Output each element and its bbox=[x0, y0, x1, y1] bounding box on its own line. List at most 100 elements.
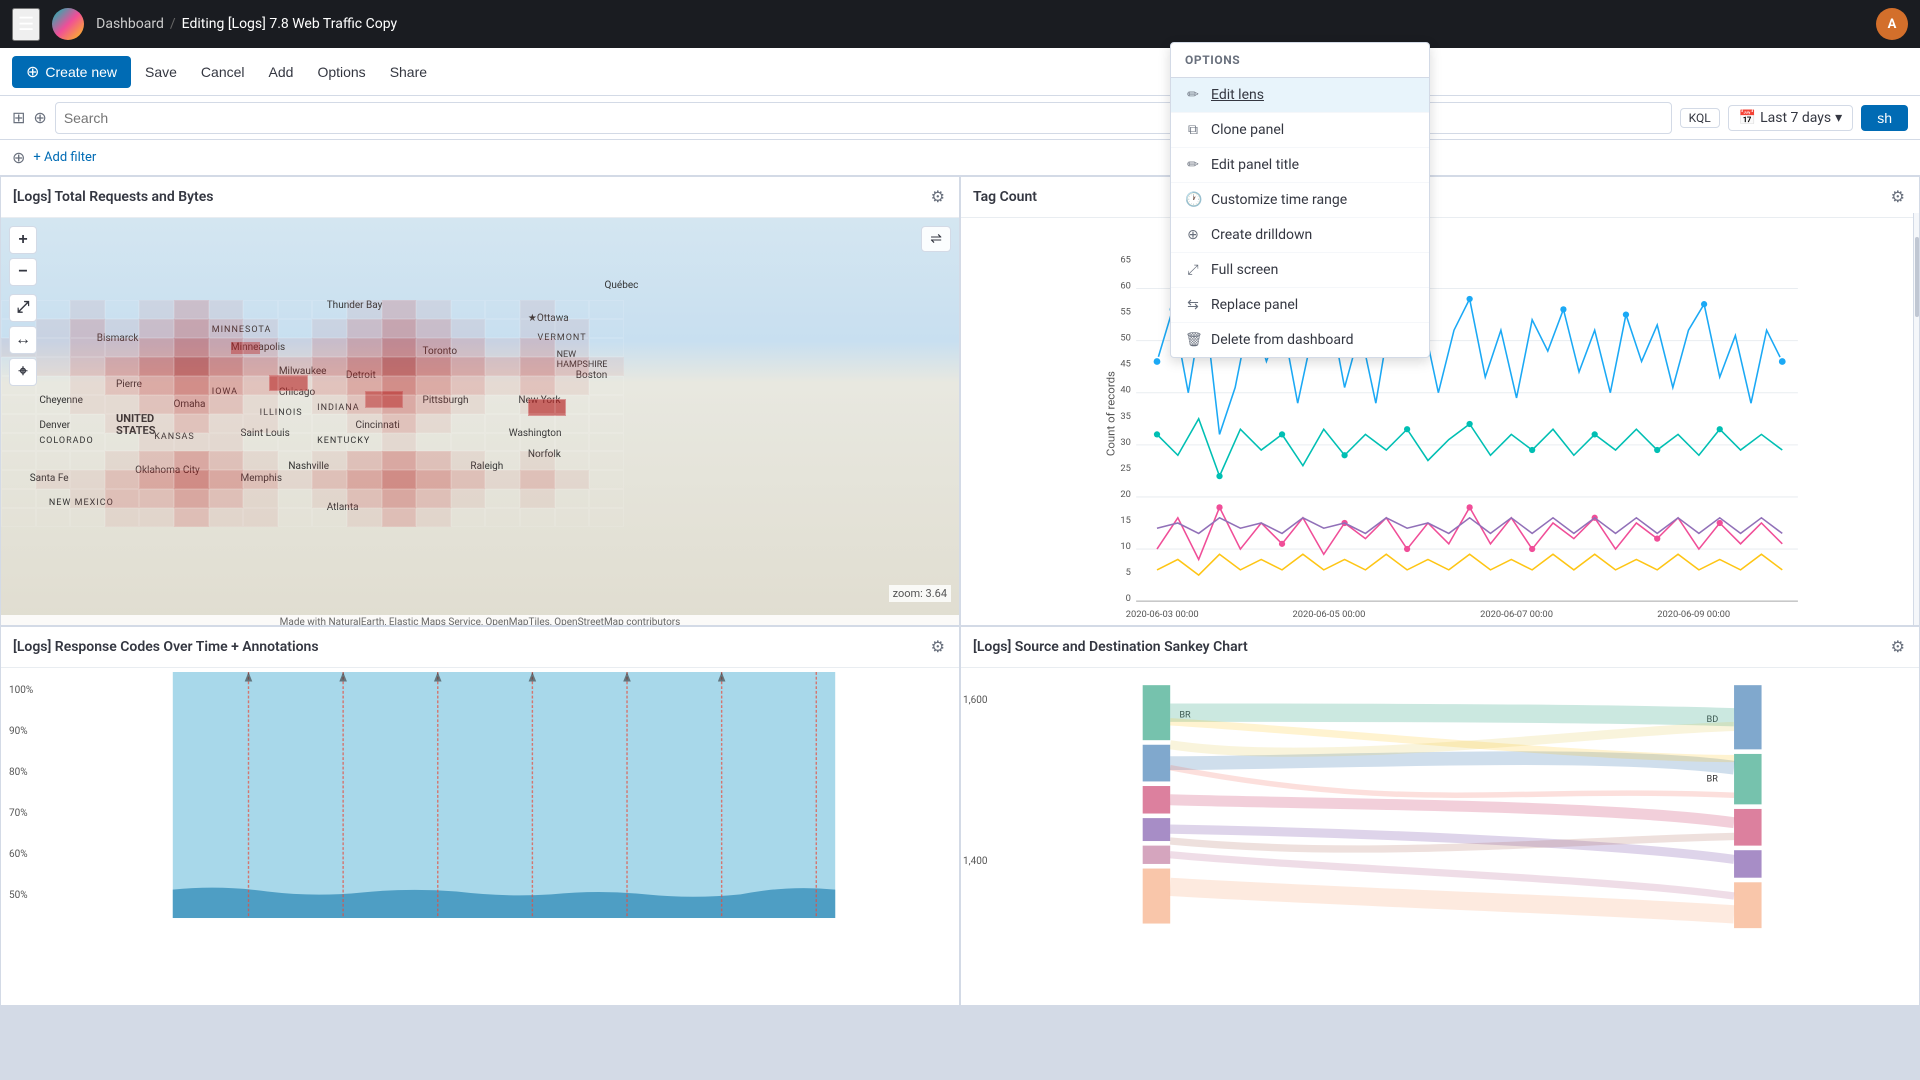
options-panel: OPTIONS ✏ Edit lens ⧉ Clone panel ✏ Edit… bbox=[1170, 42, 1430, 358]
response-codes-panel-title: [Logs] Response Codes Over Time + Annota… bbox=[13, 639, 319, 655]
sankey-panel-title: [Logs] Source and Destination Sankey Cha… bbox=[973, 639, 1248, 655]
heat-map-overlay bbox=[1, 300, 624, 527]
cancel-button[interactable]: Cancel bbox=[191, 58, 255, 86]
kql-badge[interactable]: KQL bbox=[1680, 108, 1720, 128]
svg-text:60: 60 bbox=[1120, 281, 1131, 292]
pct-100: 100% bbox=[9, 685, 33, 696]
map-panel-title: [Logs] Total Requests and Bytes bbox=[13, 189, 214, 205]
pct-70: 70% bbox=[9, 808, 28, 819]
app-logo bbox=[52, 8, 84, 40]
svg-text:55: 55 bbox=[1120, 307, 1131, 318]
tag-count-chart-svg: Count of records 0 5 10 15 20 25 30 35 4… bbox=[1001, 226, 1907, 622]
map-expand-button[interactable]: ↔ bbox=[9, 326, 37, 354]
replace-icon: ⇆ bbox=[1185, 297, 1201, 313]
response-codes-panel-header: [Logs] Response Codes Over Time + Annota… bbox=[1, 627, 959, 668]
clone-panel-icon: ⧉ bbox=[1185, 122, 1201, 138]
svg-text:40: 40 bbox=[1120, 385, 1131, 396]
toolbar: ⊕ Create new Save Cancel Add Options Sha… bbox=[0, 48, 1920, 96]
calendar-icon: 📅 bbox=[1739, 110, 1756, 126]
svg-text:45: 45 bbox=[1120, 359, 1131, 370]
zoom-out-button[interactable]: − bbox=[9, 258, 37, 286]
save-button[interactable]: Save bbox=[135, 58, 187, 86]
sankey-chart-content: 1,600 1,400 BR BD BR bbox=[961, 668, 1919, 1006]
options-edit-panel-title[interactable]: ✏ Edit panel title bbox=[1171, 148, 1429, 183]
svg-text:5: 5 bbox=[1126, 567, 1131, 578]
tag-count-panel: Tag Count ⚙ Count of records 0 5 10 15 2… bbox=[960, 176, 1920, 626]
svg-text:65: 65 bbox=[1120, 254, 1131, 265]
map-extra-controls: ⤢ ↔ ⌖ bbox=[9, 294, 37, 386]
response-codes-panel: [Logs] Response Codes Over Time + Annota… bbox=[0, 626, 960, 1006]
chart-scrollbar[interactable] bbox=[1913, 213, 1919, 625]
map-info-button[interactable]: ⌖ bbox=[9, 358, 37, 386]
drilldown-icon: ⊕ bbox=[1185, 227, 1201, 243]
options-button[interactable]: Options bbox=[307, 58, 375, 86]
breadcrumb: Dashboard / Editing [Logs] 7.8 Web Traff… bbox=[96, 16, 397, 32]
create-drilldown-label: Create drilldown bbox=[1211, 227, 1312, 243]
tag-count-panel-header: Tag Count ⚙ bbox=[961, 177, 1919, 218]
filter-add-icon[interactable]: ⊕ bbox=[33, 108, 46, 127]
response-codes-chart-content: 100% 90% 80% 70% 60% 50% bbox=[1, 668, 959, 1006]
clone-panel-label: Clone panel bbox=[1211, 122, 1284, 138]
map-panel-gear-button[interactable]: ⚙ bbox=[929, 185, 947, 209]
map-controls: + − bbox=[9, 226, 37, 286]
response-codes-svg bbox=[61, 672, 947, 956]
options-replace-panel[interactable]: ⇆ Replace panel bbox=[1171, 288, 1429, 323]
options-clone-panel[interactable]: ⧉ Clone panel bbox=[1171, 113, 1429, 148]
svg-text:2020-06-05 00:00: 2020-06-05 00:00 bbox=[1293, 609, 1366, 620]
options-delete[interactable]: 🗑 Delete from dashboard bbox=[1171, 323, 1429, 357]
create-new-button[interactable]: ⊕ Create new bbox=[12, 56, 131, 88]
date-range-label: Last 7 days bbox=[1760, 110, 1831, 126]
filter-options-icon[interactable]: ⊕ bbox=[12, 148, 25, 167]
svg-text:10: 10 bbox=[1120, 541, 1131, 552]
zoom-in-button[interactable]: + bbox=[9, 226, 37, 254]
tag-count-panel-gear-button[interactable]: ⚙ bbox=[1889, 185, 1907, 209]
avatar[interactable]: A bbox=[1876, 8, 1908, 40]
pct-50: 50% bbox=[9, 890, 28, 901]
search-button[interactable]: sh bbox=[1861, 105, 1908, 131]
svg-text:15: 15 bbox=[1120, 515, 1131, 526]
svg-text:20: 20 bbox=[1120, 489, 1131, 500]
map-content: Thunder Bay Bismarck Pierre Minneapolis … bbox=[1, 218, 959, 626]
share-button[interactable]: Share bbox=[380, 58, 437, 86]
filter-type-icon[interactable]: ⊞ bbox=[12, 108, 25, 127]
edit-title-label: Edit panel title bbox=[1211, 157, 1299, 173]
tag-count-chart-content: Count of records 0 5 10 15 20 25 30 35 4… bbox=[961, 218, 1919, 626]
delete-label: Delete from dashboard bbox=[1211, 332, 1354, 348]
sankey-panel: [Logs] Source and Destination Sankey Cha… bbox=[960, 626, 1920, 1006]
sankey-svg: BR BD BR bbox=[1011, 676, 1907, 969]
edit-lens-link[interactable]: Edit lens bbox=[1211, 87, 1264, 103]
add-button[interactable]: Add bbox=[259, 58, 304, 86]
options-create-drilldown[interactable]: ⊕ Create drilldown bbox=[1171, 218, 1429, 253]
options-customize-time[interactable]: 🕐 Customize time range bbox=[1171, 183, 1429, 218]
edit-title-icon: ✏ bbox=[1185, 157, 1201, 173]
hamburger-menu-button[interactable]: ☰ bbox=[12, 8, 40, 41]
sankey-y-1600: 1,600 bbox=[963, 695, 987, 706]
options-edit-lens[interactable]: ✏ Edit lens bbox=[1171, 78, 1429, 113]
time-icon: 🕐 bbox=[1185, 192, 1201, 208]
options-full-screen[interactable]: ⤢ Full screen bbox=[1171, 253, 1429, 288]
map-rotate-button[interactable]: ⤢ bbox=[9, 294, 37, 322]
fullscreen-icon: ⤢ bbox=[1185, 262, 1201, 278]
svg-text:BR: BR bbox=[1707, 774, 1719, 784]
svg-text:35: 35 bbox=[1120, 411, 1131, 422]
map-legend-button[interactable]: ⇌ bbox=[921, 226, 951, 252]
scrollbar-thumb[interactable] bbox=[1915, 237, 1919, 317]
svg-text:Count of records: Count of records bbox=[1103, 371, 1117, 456]
breadcrumb-current: Editing [Logs] 7.8 Web Traffic Copy bbox=[182, 16, 397, 32]
edit-lens-icon: ✏ bbox=[1185, 87, 1201, 103]
sankey-panel-header: [Logs] Source and Destination Sankey Cha… bbox=[961, 627, 1919, 668]
date-picker[interactable]: 📅 Last 7 days ▾ bbox=[1728, 105, 1854, 131]
replace-panel-label: Replace panel bbox=[1211, 297, 1298, 313]
add-filter-bar: ⊕ + Add filter bbox=[0, 140, 1920, 176]
svg-text:2020-06-09 00:00: 2020-06-09 00:00 bbox=[1657, 609, 1730, 620]
sankey-panel-gear-button[interactable]: ⚙ bbox=[1889, 635, 1907, 659]
breadcrumb-base[interactable]: Dashboard bbox=[96, 16, 164, 32]
add-filter-link[interactable]: + Add filter bbox=[33, 150, 96, 165]
response-codes-panel-gear-button[interactable]: ⚙ bbox=[929, 635, 947, 659]
map-background: Thunder Bay Bismarck Pierre Minneapolis … bbox=[1, 218, 959, 626]
chevron-down-icon: ▾ bbox=[1835, 110, 1842, 126]
breadcrumb-separator: / bbox=[170, 16, 176, 32]
sankey-y-1400: 1,400 bbox=[963, 856, 987, 867]
svg-text:50: 50 bbox=[1120, 333, 1131, 344]
plus-icon: ⊕ bbox=[26, 62, 39, 82]
